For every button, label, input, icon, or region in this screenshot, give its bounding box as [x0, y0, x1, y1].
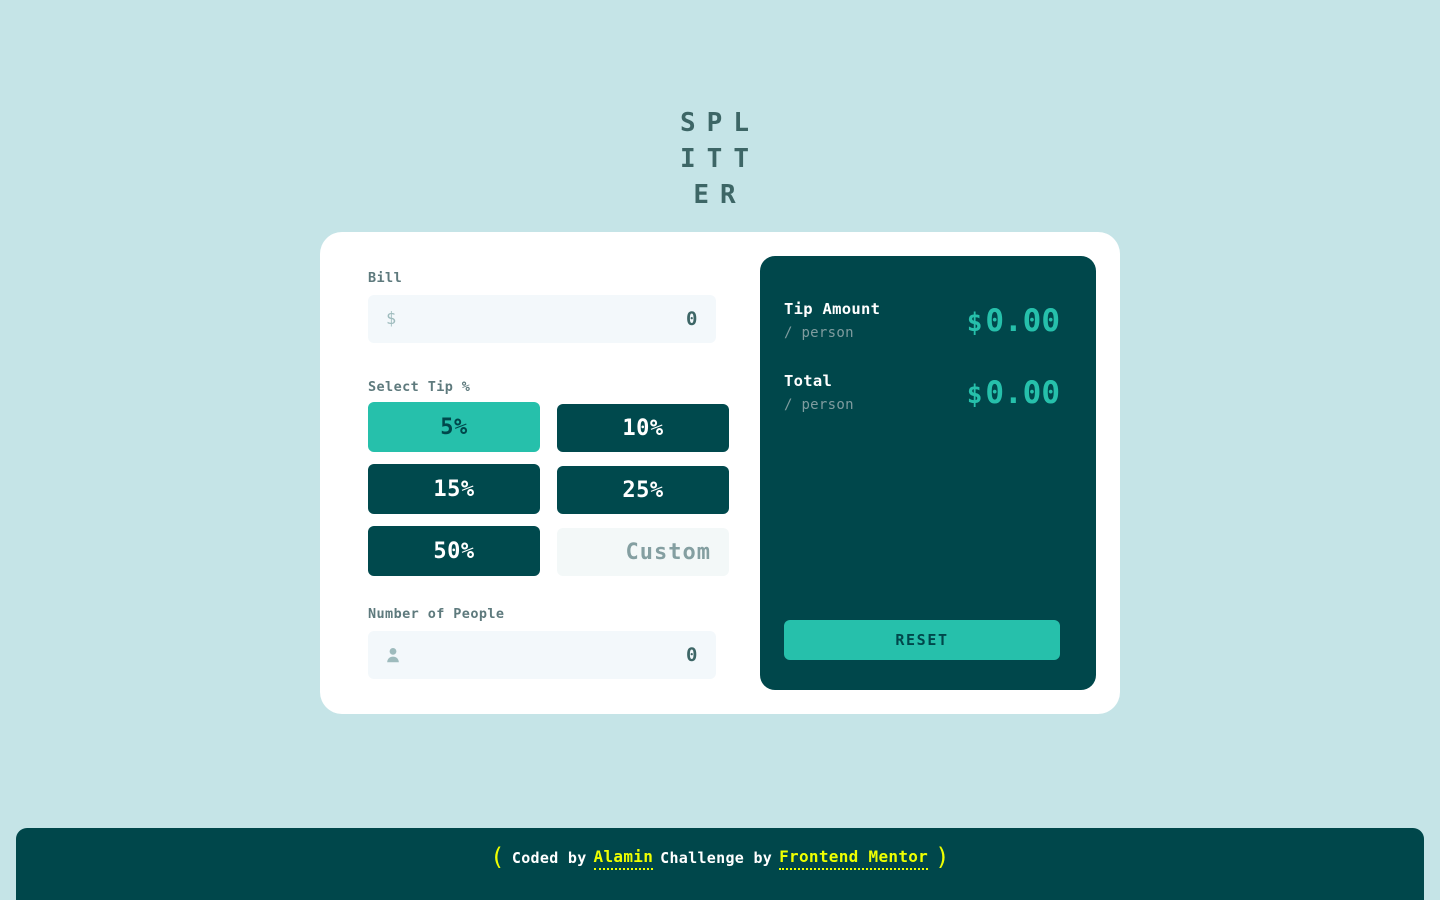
tip-option-25[interactable]: 25%	[557, 466, 729, 514]
total-title: Total	[784, 372, 833, 390]
tip-amount-title: Tip Amount	[784, 300, 881, 318]
page-title: SPLITTER	[0, 105, 1440, 213]
close-paren: )	[935, 843, 950, 871]
tip-option-50[interactable]: 50%	[368, 526, 540, 576]
tip-option-10[interactable]: 10%	[557, 404, 729, 452]
tip-option-15[interactable]: 15%	[368, 464, 540, 514]
total-sub: / person	[784, 397, 854, 413]
tip-amount-sub: / person	[784, 325, 854, 341]
calculator-card: Bill $ 0 Select Tip % 5% 10% 15% 25% 50%…	[320, 232, 1120, 714]
tip-amount-number: 0.00	[985, 303, 1060, 339]
open-paren: (	[490, 843, 505, 871]
person-icon	[386, 647, 400, 663]
bill-input-value: 0	[686, 308, 698, 330]
reset-button[interactable]: RESET	[784, 620, 1060, 660]
total-row: Total / person $0.00	[784, 370, 1060, 416]
people-label: Number of People	[368, 606, 505, 622]
tip-custom-input[interactable]: Custom	[557, 528, 729, 576]
footer-bar: ( Coded by Alamin Challenge by Frontend …	[16, 828, 1424, 900]
people-input[interactable]: 0	[368, 631, 716, 679]
tip-amount-labels: Tip Amount / person	[784, 298, 880, 344]
results-panel: Tip Amount / person $0.00 Total / person…	[760, 256, 1096, 690]
frontend-mentor-link[interactable]: Frontend Mentor	[779, 847, 929, 870]
total-number: 0.00	[985, 375, 1060, 411]
total-labels: Total / person	[784, 370, 854, 416]
tip-amount-row: Tip Amount / person $0.00	[784, 298, 1060, 344]
author-link[interactable]: Alamin	[593, 847, 654, 870]
dollar-icon: $	[386, 308, 397, 329]
page-title-text: SPLITTER	[680, 108, 760, 210]
bill-label: Bill	[368, 270, 403, 286]
total-currency: $	[966, 380, 983, 410]
bill-input[interactable]: $ 0	[368, 295, 716, 343]
panel-spacer	[784, 442, 1060, 620]
people-input-value: 0	[686, 644, 698, 666]
tip-option-5[interactable]: 5%	[368, 402, 540, 452]
total-value: $0.00	[967, 375, 1060, 411]
tip-amount-currency: $	[966, 308, 983, 338]
tip-options-grid: 5% 10% 15% 25% 50% Custom	[368, 402, 729, 576]
challenge-by-text: Challenge by	[660, 849, 773, 867]
tip-amount-value: $0.00	[967, 303, 1060, 339]
coded-by-text: Coded by	[511, 849, 587, 867]
tip-label: Select Tip %	[368, 379, 471, 395]
inputs-column: Bill $ 0 Select Tip % 5% 10% 15% 25% 50%…	[344, 256, 736, 690]
footer-credits: ( Coded by Alamin Challenge by Frontend …	[490, 843, 950, 871]
